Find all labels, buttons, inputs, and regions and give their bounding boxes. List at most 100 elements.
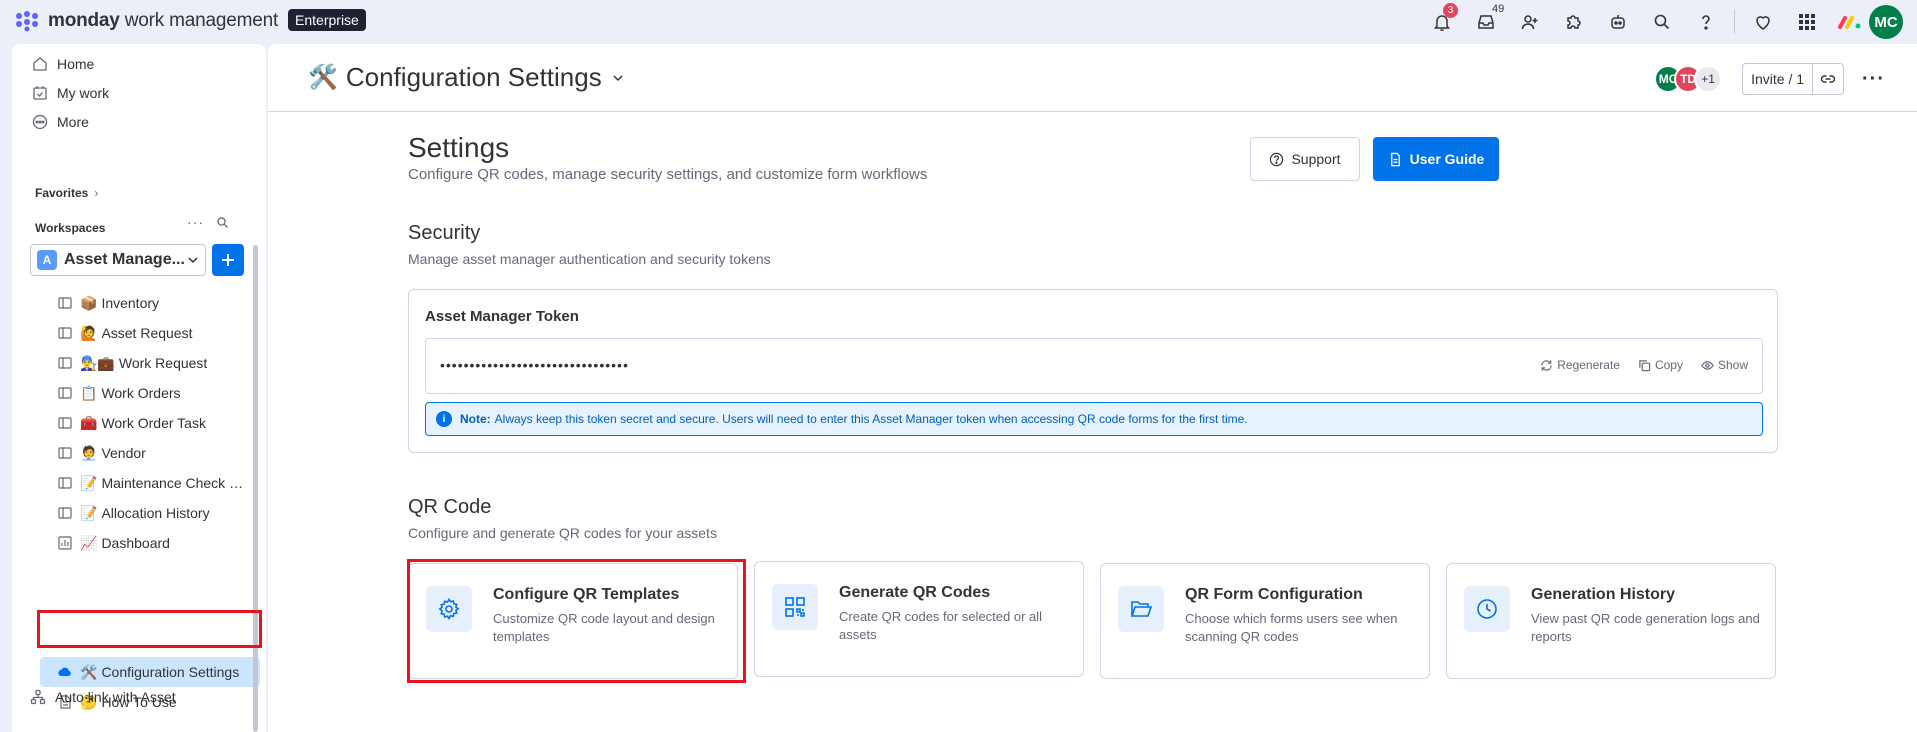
sidebar-item-asset-request[interactable]: 🙋 Asset Request xyxy=(58,318,258,348)
card-title: Generation History xyxy=(1531,586,1676,603)
highlight-box-sidebar xyxy=(37,610,262,648)
show-label: Show xyxy=(1717,358,1748,372)
sidebar-item-work-request[interactable]: 👨‍🔧💼 Work Request xyxy=(58,348,258,378)
monday-dots-icon xyxy=(16,11,38,32)
user-guide-label: User Guide xyxy=(1409,151,1485,167)
copy-label: Copy xyxy=(1654,358,1683,372)
sidebar-item-configuration-settings[interactable]: 🛠️ Configuration Settings xyxy=(40,657,260,687)
apps-marketplace-button[interactable] xyxy=(1552,0,1596,44)
add-board-button[interactable] xyxy=(212,244,244,276)
copy-button[interactable]: Copy xyxy=(1638,358,1683,372)
note-text: Always keep this token secret and secure… xyxy=(494,412,1248,426)
board-title[interactable]: 🛠️ Configuration Settings xyxy=(308,62,626,93)
sidebar-item-allocation-history[interactable]: 📝 Allocation History xyxy=(58,498,258,528)
workspace-options-icon[interactable]: ··· xyxy=(187,214,204,230)
help-button[interactable] xyxy=(1684,0,1728,44)
nav-more[interactable]: More xyxy=(32,114,89,130)
board-icon xyxy=(58,447,72,459)
dashboard-icon xyxy=(58,536,72,550)
token-card: Asset Manager Token ••••••••••••••••••••… xyxy=(408,289,1778,453)
board-emoji: 👨‍🔧💼 xyxy=(80,354,115,371)
sidebar-scrollbar[interactable] xyxy=(253,245,258,732)
security-subtitle: Manage asset manager authentication and … xyxy=(408,251,771,267)
token-note: i Note: Always keep this token secret an… xyxy=(425,402,1763,436)
board-emoji: 📝 xyxy=(80,474,98,491)
sidebar-item-work-orders[interactable]: 📋 Work Orders xyxy=(58,378,258,408)
more-members-badge[interactable]: +1 xyxy=(1694,65,1723,93)
show-button[interactable]: Show xyxy=(1701,358,1748,372)
workspace-search-icon[interactable] xyxy=(216,216,229,229)
auto-link-label: Auto link with Asset xyxy=(55,689,176,705)
card-description: View past QR code generation logs and re… xyxy=(1531,611,1760,644)
cloud-app-icon xyxy=(58,667,71,677)
home-icon xyxy=(33,57,47,71)
sidebar-item-work-order-task[interactable]: 🧰 Work Order Task xyxy=(58,408,258,438)
invite-label: Invite / 1 xyxy=(1743,64,1814,94)
board-icon xyxy=(58,327,72,339)
topbar-divider xyxy=(1734,10,1735,34)
user-avatar[interactable]: MC xyxy=(1869,5,1903,39)
chevron-down-icon xyxy=(188,257,198,264)
board-label: Work Orders xyxy=(101,385,181,401)
board-title-emoji: 🛠️ xyxy=(308,64,338,91)
board-label: Vendor xyxy=(101,445,146,461)
sidebar-item-inventory[interactable]: 📦 Inventory xyxy=(58,288,258,318)
board-icon xyxy=(58,297,72,309)
card-title: Generate QR Codes xyxy=(839,584,991,601)
sidebar-item-auto-link[interactable]: Auto link with Asset xyxy=(30,689,176,705)
inbox-button[interactable]: 49 xyxy=(1464,0,1508,44)
board-icon xyxy=(58,477,72,489)
copy-link-button[interactable] xyxy=(1813,71,1843,87)
board-emoji: 🙋 xyxy=(80,324,98,341)
token-field[interactable]: •••••••••••••••••••••••••••••••• Regener… xyxy=(425,338,1763,394)
invite-members-button[interactable] xyxy=(1508,0,1552,44)
link-icon xyxy=(1820,75,1836,83)
search-icon xyxy=(1654,14,1670,30)
chevron-down-icon xyxy=(613,74,623,81)
page-subtitle: Configure QR codes, manage security sett… xyxy=(408,166,928,183)
support-label: Support xyxy=(1291,151,1341,167)
generate-qr-codes-card[interactable]: Generate QR Codes Create QR codes for se… xyxy=(754,561,1084,677)
notifications-button[interactable]: 3 xyxy=(1420,0,1464,44)
security-heading: Security xyxy=(408,222,481,244)
board-icon xyxy=(58,387,72,399)
monday-logo[interactable]: monday work management Enterprise xyxy=(14,9,366,32)
qr-form-configuration-card[interactable]: QR Form Configuration Choose which forms… xyxy=(1100,563,1430,679)
sidebar-item-dashboard[interactable]: 📈 Dashboard xyxy=(58,528,258,558)
nav-home[interactable]: Home xyxy=(32,56,94,72)
workspace-selector[interactable]: A Asset Manage... xyxy=(30,244,206,276)
board-icon xyxy=(58,417,72,429)
clock-icon xyxy=(1464,586,1510,632)
eye-icon xyxy=(1701,360,1714,370)
board-label: Dashboard xyxy=(101,535,170,551)
board-emoji: 🛠️ xyxy=(80,663,98,680)
nav-my-work-label: My work xyxy=(57,85,110,101)
folder-open-icon xyxy=(1118,586,1164,632)
favorites-toggle[interactable]: Favorites › xyxy=(35,186,98,200)
board-emoji: 📋 xyxy=(80,384,98,401)
board-emoji: 🧰 xyxy=(80,414,98,431)
ai-assistant-button[interactable] xyxy=(1596,0,1640,44)
support-button[interactable]: Support xyxy=(1250,137,1360,181)
inbox-count: 49 xyxy=(1492,3,1505,15)
more-options-icon[interactable]: ··· xyxy=(1862,68,1885,91)
regenerate-button[interactable]: Regenerate xyxy=(1540,358,1620,372)
sidebar-item-maintenance-check-list[interactable]: 📝 Maintenance Check Li... xyxy=(58,468,258,498)
generation-history-card[interactable]: Generation History View past QR code gen… xyxy=(1446,563,1776,679)
nav-home-label: Home xyxy=(57,56,95,72)
document-icon xyxy=(1390,152,1400,166)
user-guide-button[interactable]: User Guide xyxy=(1373,137,1499,181)
board-emoji: 📝 xyxy=(80,504,98,521)
sidebar-item-vendor[interactable]: 🧑‍💼 Vendor xyxy=(58,438,258,468)
board-label: Maintenance Check Li... xyxy=(101,475,250,491)
copy-icon xyxy=(1639,359,1651,371)
search-button[interactable] xyxy=(1640,0,1684,44)
regenerate-label: Regenerate xyxy=(1557,358,1620,372)
invite-button[interactable]: Invite / 1 xyxy=(1742,63,1845,95)
add-person-icon xyxy=(1521,15,1538,30)
nav-my-work[interactable]: My work xyxy=(32,85,109,101)
board-icon xyxy=(58,507,72,519)
whats-new-button[interactable] xyxy=(1741,0,1785,44)
product-switcher-button[interactable] xyxy=(1785,0,1829,44)
token-label: Asset Manager Token xyxy=(425,308,579,325)
